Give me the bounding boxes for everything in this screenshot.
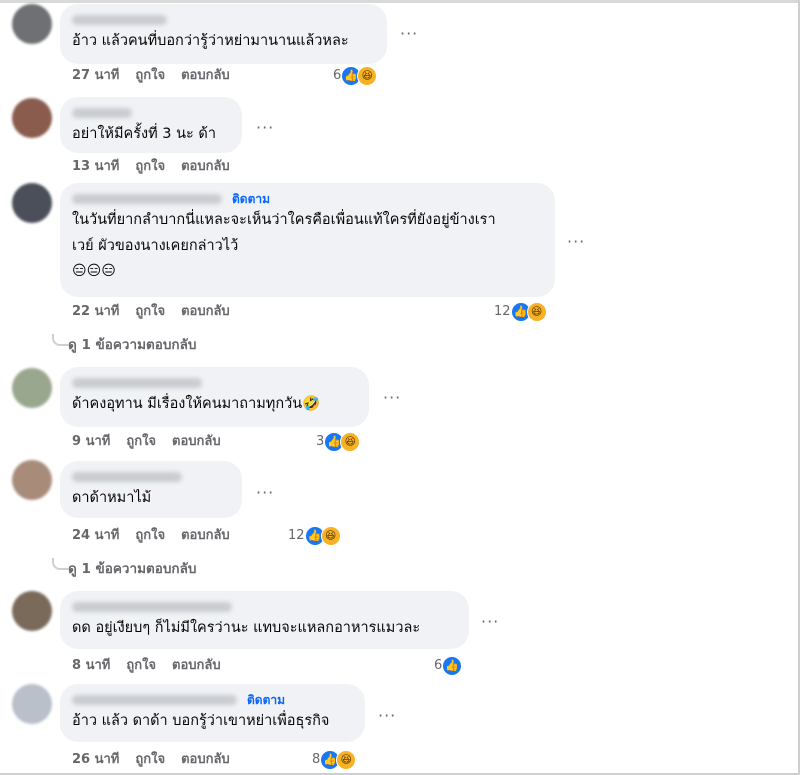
- like-button[interactable]: ถูกใจ: [135, 159, 165, 174]
- author-name[interactable]: [72, 599, 457, 615]
- comment-actions: 13 นาที ถูกใจ ตอบกลับ: [72, 157, 230, 177]
- comment-bubble: ติดตาม อ้าว แล้ว ดาด้า บอกรู้ว่าเขาหย่าเ…: [60, 684, 365, 742]
- comment-actions: 27 นาที ถูกใจ ตอบกลับ: [72, 66, 230, 86]
- reaction-summary[interactable]: 12 👍 😆: [494, 301, 547, 323]
- comment-actions: 8 นาที ถูกใจ ตอบกลับ: [72, 656, 221, 676]
- reply-button[interactable]: ตอบกลับ: [181, 68, 230, 83]
- like-button[interactable]: ถูกใจ: [126, 434, 156, 449]
- reply-button[interactable]: ตอบกลับ: [181, 528, 230, 543]
- reaction-count: 8: [312, 752, 321, 767]
- haha-icon: 😆: [340, 432, 361, 452]
- more-options-icon[interactable]: ···: [383, 390, 401, 406]
- avatar[interactable]: [12, 183, 52, 223]
- more-options-icon[interactable]: ···: [481, 614, 499, 630]
- like-button[interactable]: ถูกใจ: [135, 528, 165, 543]
- follow-button[interactable]: ติดตาม: [247, 692, 285, 708]
- like-icon: 👍: [442, 656, 463, 676]
- author-name[interactable]: [72, 469, 230, 485]
- comment-text: ในวันที่ยากลำบากนี่แหละจะเห็นว่าใครคือเพ…: [72, 212, 496, 228]
- reaction-summary[interactable]: 6 👍 😆: [333, 65, 378, 87]
- reaction-count: 12: [494, 304, 511, 319]
- like-button[interactable]: ถูกใจ: [135, 752, 165, 767]
- reaction-count: 6: [434, 658, 443, 673]
- comment-text: อย่าให้มีครั้งที่ 3 นะ ด้า: [72, 126, 216, 142]
- timestamp[interactable]: 8 นาที: [72, 658, 110, 673]
- reaction-summary[interactable]: 12 👍 😆: [288, 525, 341, 547]
- timestamp[interactable]: 26 นาที: [72, 752, 119, 767]
- reply-connector: [52, 558, 68, 570]
- timestamp[interactable]: 24 นาที: [72, 528, 119, 543]
- comment-text: อ้าว แล้วคนที่บอกว่ารู้ว่าหย่ามานานแล้วห…: [72, 33, 349, 49]
- timestamp[interactable]: 27 นาที: [72, 68, 119, 83]
- top-border: [0, 0, 800, 3]
- author-name[interactable]: [72, 194, 222, 204]
- reply-button[interactable]: ตอบกลับ: [172, 434, 221, 449]
- author-name[interactable]: [72, 375, 357, 391]
- comment-bubble: อย่าให้มีครั้งที่ 3 นะ ด้า: [60, 97, 242, 153]
- more-options-icon[interactable]: ···: [256, 120, 274, 136]
- avatar[interactable]: [12, 4, 52, 44]
- comment-text: ด้าคงอุทาน มีเรื่องให้คนมาถามทุกวัน🤣: [72, 396, 321, 412]
- comment-bubble: ดด อยู่เงียบๆ ก็ไม่มีใครว่านะ แทบจะแหลกอ…: [60, 591, 469, 649]
- avatar[interactable]: [12, 460, 52, 500]
- timestamp[interactable]: 9 นาที: [72, 434, 110, 449]
- haha-icon: 😆: [526, 302, 547, 322]
- timestamp[interactable]: 13 นาที: [72, 159, 119, 174]
- comment-actions: 22 นาที ถูกใจ ตอบกลับ: [72, 302, 230, 322]
- reaction-count: 3: [316, 434, 325, 449]
- reaction-summary[interactable]: 8 👍 😆: [312, 749, 357, 771]
- avatar[interactable]: [12, 684, 52, 724]
- author-name[interactable]: [72, 12, 375, 28]
- comment-actions: 24 นาที ถูกใจ ตอบกลับ: [72, 526, 230, 546]
- more-options-icon[interactable]: ···: [378, 708, 396, 724]
- haha-icon: 😆: [336, 750, 357, 770]
- reply-button[interactable]: ตอบกลับ: [172, 658, 221, 673]
- comment-bubble: อ้าว แล้วคนที่บอกว่ารู้ว่าหย่ามานานแล้วห…: [60, 4, 387, 64]
- view-replies-link[interactable]: ดู 1 ข้อความตอบกลับ: [68, 559, 196, 579]
- comment-text: อ้าว แล้ว ดาด้า บอกรู้ว่าเขาหย่าเพื่อธุร…: [72, 713, 330, 729]
- emoji-row: 😑😑😑: [72, 263, 116, 279]
- more-options-icon[interactable]: ···: [256, 485, 274, 501]
- reply-button[interactable]: ตอบกลับ: [181, 752, 230, 767]
- haha-icon: 😆: [357, 66, 378, 86]
- haha-icon: 😆: [320, 526, 341, 546]
- follow-button[interactable]: ติดตาม: [232, 191, 270, 207]
- author-row: ติดตาม: [72, 692, 353, 708]
- view-replies-link[interactable]: ดู 1 ข้อความตอบกลับ: [68, 335, 196, 355]
- reaction-count: 6: [333, 68, 342, 83]
- timestamp[interactable]: 22 นาที: [72, 304, 119, 319]
- more-options-icon[interactable]: ···: [567, 234, 585, 250]
- reaction-summary[interactable]: 3 👍 😆: [316, 431, 361, 453]
- avatar[interactable]: [12, 591, 52, 631]
- author-row: ติดตาม: [72, 191, 543, 207]
- reply-connector: [52, 334, 68, 346]
- reply-button[interactable]: ตอบกลับ: [181, 159, 230, 174]
- author-name[interactable]: [72, 695, 237, 705]
- like-button[interactable]: ถูกใจ: [126, 658, 156, 673]
- comment-bubble: ด้าคงอุทาน มีเรื่องให้คนมาถามทุกวัน🤣: [60, 367, 369, 427]
- more-options-icon[interactable]: ···: [400, 26, 418, 42]
- comment-actions: 9 นาที ถูกใจ ตอบกลับ: [72, 432, 221, 452]
- comment-actions: 26 นาที ถูกใจ ตอบกลับ: [72, 750, 230, 770]
- like-button[interactable]: ถูกใจ: [135, 68, 165, 83]
- like-button[interactable]: ถูกใจ: [135, 304, 165, 319]
- avatar[interactable]: [12, 368, 52, 408]
- comment-text: ดาด้าหมาไม้: [72, 490, 152, 506]
- avatar[interactable]: [12, 98, 52, 138]
- comment-bubble: ติดตาม ในวันที่ยากลำบากนี่แหละจะเห็นว่าใ…: [60, 183, 555, 297]
- reaction-summary[interactable]: 6 👍: [434, 655, 463, 677]
- author-name[interactable]: [72, 105, 230, 121]
- comment-bubble: ดาด้าหมาไม้: [60, 461, 242, 518]
- reaction-count: 12: [288, 528, 305, 543]
- reply-button[interactable]: ตอบกลับ: [181, 304, 230, 319]
- comment-text-line-2: เวย์ ผัวของนางเคยกล่าวไว้: [72, 238, 239, 254]
- comment-text: ดด อยู่เงียบๆ ก็ไม่มีใครว่านะ แทบจะแหลกอ…: [72, 620, 421, 636]
